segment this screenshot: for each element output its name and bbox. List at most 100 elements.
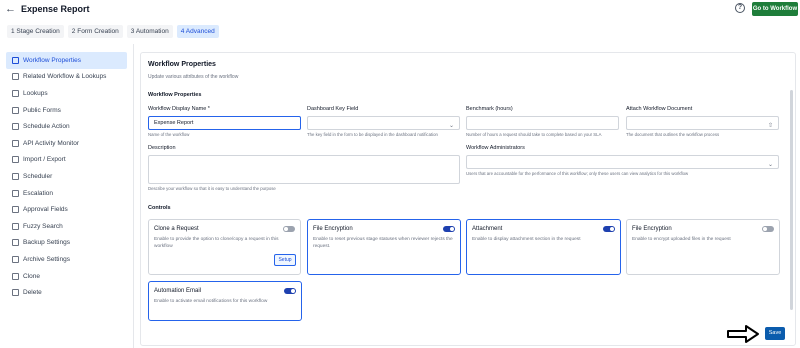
sidebar-item-delete[interactable]: Delete bbox=[6, 284, 127, 301]
sidebar-item-label: Delete bbox=[23, 289, 42, 297]
control-card-clone-request: Clone a Request Enable to provide the op… bbox=[148, 219, 301, 275]
tab-advanced[interactable]: 4 Advanced bbox=[176, 25, 219, 38]
gear-icon bbox=[12, 239, 19, 247]
clone-icon bbox=[12, 272, 19, 280]
file-encryption-toggle[interactable] bbox=[762, 226, 774, 232]
sidebar-item-label: Schedule Action bbox=[23, 123, 70, 131]
control-card-attachment: Attachment Enable to display attachment … bbox=[466, 219, 621, 275]
attachment-toggle[interactable] bbox=[603, 226, 615, 232]
control-card-file-encryption-reset: File Encryption Enable to reset previous… bbox=[307, 219, 461, 275]
tab-stage-creation[interactable]: 1 Stage Creation bbox=[7, 25, 64, 38]
sidebar-item-label: Approval Fields bbox=[23, 206, 68, 214]
description-label: Description bbox=[148, 145, 176, 151]
sidebar-item-label: API Activity Monitor bbox=[23, 139, 79, 147]
control-card-file-encryption: File Encryption Enable to encrypt upload… bbox=[626, 219, 780, 275]
clone-request-toggle[interactable] bbox=[283, 226, 295, 232]
globe-icon bbox=[12, 106, 19, 114]
attach-doc-input[interactable]: ⇧ bbox=[626, 116, 779, 130]
panel-subtitle: Update various attributes of the workflo… bbox=[148, 74, 239, 80]
sidebar-item-fuzzy-search[interactable]: Fuzzy Search bbox=[6, 218, 127, 235]
file-encryption-reset-toggle[interactable] bbox=[443, 226, 455, 232]
control-title: Automation Email bbox=[154, 288, 202, 294]
page-title: Expense Report bbox=[21, 4, 90, 14]
sidebar-divider bbox=[133, 44, 134, 348]
sidebar-item-label: Lookups bbox=[23, 89, 48, 97]
sidebar-item-lookups[interactable]: Lookups bbox=[6, 85, 127, 102]
panel-title: Workflow Properties bbox=[148, 61, 216, 68]
scrollbar[interactable] bbox=[790, 90, 793, 310]
help-circle-icon[interactable]: ? bbox=[735, 3, 745, 13]
sidebar-item-import-export[interactable]: Import / Export bbox=[6, 152, 127, 169]
dashboard-key-select[interactable]: ⌄ bbox=[307, 116, 460, 130]
attach-doc-help: The document that outlines the workflow … bbox=[626, 132, 720, 137]
benchmark-label: Benchmark (hours) bbox=[466, 106, 513, 112]
control-title: Clone a Request bbox=[154, 226, 199, 232]
sidebar-item-label: Scheduler bbox=[23, 172, 53, 180]
sidebar-item-approval-fields[interactable]: Approval Fields bbox=[6, 201, 127, 218]
control-title: File Encryption bbox=[632, 226, 672, 232]
description-textarea[interactable] bbox=[148, 155, 460, 184]
api-icon bbox=[12, 139, 19, 147]
automation-email-toggle[interactable] bbox=[284, 288, 296, 294]
go-to-workflow-button[interactable]: Go to Workflow bbox=[752, 2, 798, 16]
control-card-automation-email: Automation Email Enable to activate emai… bbox=[148, 281, 302, 321]
sidebar-item-label: Backup Settings bbox=[23, 239, 70, 247]
setup-button[interactable]: Setup bbox=[274, 254, 296, 266]
display-name-input[interactable]: Expense Report bbox=[148, 116, 301, 130]
stage-tabs: 1 Stage Creation 2 Form Creation 3 Autom… bbox=[7, 25, 219, 38]
app-header: ← Expense Report ? Go to Workflow bbox=[0, 0, 800, 20]
edit-icon bbox=[12, 56, 19, 64]
sidebar-item-api-monitor[interactable]: API Activity Monitor bbox=[6, 135, 127, 152]
benchmark-help: Number of hours a request should take to… bbox=[466, 132, 602, 137]
sidebar-item-label: Related Workflow & Lookups bbox=[23, 73, 107, 81]
display-name-label: Workflow Display Name * bbox=[148, 106, 210, 112]
administrators-select[interactable]: ⌄ bbox=[466, 155, 779, 169]
dashboard-key-label: Dashboard Key Field bbox=[307, 106, 359, 112]
sidebar-item-backup-settings[interactable]: Backup Settings bbox=[6, 235, 127, 252]
sidebar-item-label: Workflow Properties bbox=[23, 56, 82, 64]
sidebar-item-related-workflow[interactable]: Related Workflow & Lookups bbox=[6, 69, 127, 86]
sidebar-item-label: Clone bbox=[23, 272, 40, 280]
control-title: File Encryption bbox=[313, 226, 353, 232]
sidebar-item-label: Escalation bbox=[23, 189, 53, 197]
search-icon bbox=[12, 222, 19, 230]
tab-automation[interactable]: 3 Automation bbox=[126, 25, 173, 38]
sidebar-item-label: Public Forms bbox=[23, 106, 61, 114]
chevron-down-icon: ⌄ bbox=[448, 123, 454, 129]
sidebar-item-label: Archive Settings bbox=[23, 255, 70, 263]
section-heading-properties: Workflow Properties bbox=[148, 92, 202, 98]
control-description: Enable to display attachment section in … bbox=[472, 237, 581, 242]
save-button[interactable]: Save bbox=[765, 327, 785, 340]
archive-icon bbox=[12, 255, 19, 263]
upload-icon[interactable]: ⇧ bbox=[768, 120, 773, 132]
escalation-icon bbox=[12, 189, 19, 197]
attach-doc-label: Attach Workflow Document bbox=[626, 106, 693, 112]
list-icon bbox=[12, 89, 19, 97]
sidebar-item-scheduler[interactable]: Scheduler bbox=[6, 168, 127, 185]
chevron-down-icon: ⌄ bbox=[767, 162, 773, 168]
tab-form-creation[interactable]: 2 Form Creation bbox=[67, 25, 123, 38]
calendar-icon bbox=[12, 123, 19, 131]
control-description: Enable to activate email notifications f… bbox=[154, 299, 268, 304]
benchmark-input[interactable] bbox=[466, 116, 619, 130]
description-help: Describe your workflow so that it is eas… bbox=[148, 186, 276, 191]
sidebar-item-archive-settings[interactable]: Archive Settings bbox=[6, 251, 127, 268]
sidebar: Workflow Properties Related Workflow & L… bbox=[6, 52, 127, 301]
control-title: Attachment bbox=[472, 226, 503, 232]
sidebar-item-label: Fuzzy Search bbox=[23, 222, 63, 230]
sidebar-item-escalation[interactable]: Escalation bbox=[6, 185, 127, 202]
section-heading-controls: Controls bbox=[148, 205, 171, 211]
control-description: Enable to provide the option to clone/co… bbox=[154, 237, 279, 249]
sidebar-item-schedule-action[interactable]: Schedule Action bbox=[6, 118, 127, 135]
dashboard-key-help: The key field in the form to be displaye… bbox=[307, 132, 438, 137]
display-name-help: Name of the workflow bbox=[148, 132, 190, 137]
import-export-icon bbox=[12, 156, 19, 164]
sidebar-item-workflow-properties[interactable]: Workflow Properties bbox=[6, 52, 127, 69]
control-description: Enable to encrypt uploaded files in the … bbox=[632, 237, 731, 242]
link-icon bbox=[12, 73, 19, 81]
arrow-right-icon bbox=[727, 325, 759, 343]
arrow-left-icon[interactable]: ← bbox=[5, 2, 16, 16]
sidebar-item-public-forms[interactable]: Public Forms bbox=[6, 102, 127, 119]
sidebar-item-clone[interactable]: Clone bbox=[6, 268, 127, 285]
document-icon bbox=[12, 206, 19, 214]
